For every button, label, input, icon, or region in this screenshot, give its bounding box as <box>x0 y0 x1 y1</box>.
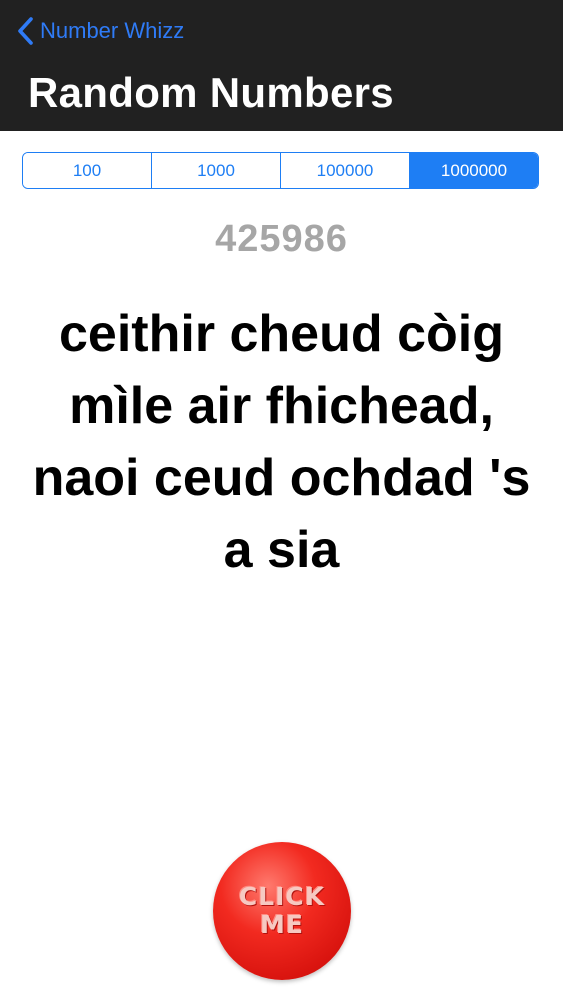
segment-100000[interactable]: 100000 <box>280 153 409 188</box>
range-segmented-control: 100 1000 100000 1000000 <box>22 152 539 189</box>
segment-1000000[interactable]: 1000000 <box>409 153 538 188</box>
click-me-label-line2: ME <box>260 910 304 939</box>
random-number-display: 425986 <box>215 218 348 260</box>
chevron-left-icon <box>14 16 38 46</box>
back-button-label: Number Whizz <box>40 18 185 43</box>
click-me-label: CLICK ME <box>232 883 332 939</box>
click-me-label-line1: CLICK <box>238 882 326 911</box>
navigation-bar: Number Whizz Random Numbers <box>0 0 563 131</box>
segment-100[interactable]: 100 <box>23 153 151 188</box>
click-me-button[interactable]: CLICK ME <box>213 842 351 980</box>
segment-1000[interactable]: 1000 <box>151 153 280 188</box>
page-title: Random Numbers <box>28 69 394 116</box>
back-button[interactable]: Number Whizz <box>14 14 184 48</box>
screen: Number Whizz Random Numbers 100 1000 100… <box>0 0 563 1000</box>
number-words-display: ceithir cheud còig mìle air fhichead, na… <box>32 305 531 579</box>
